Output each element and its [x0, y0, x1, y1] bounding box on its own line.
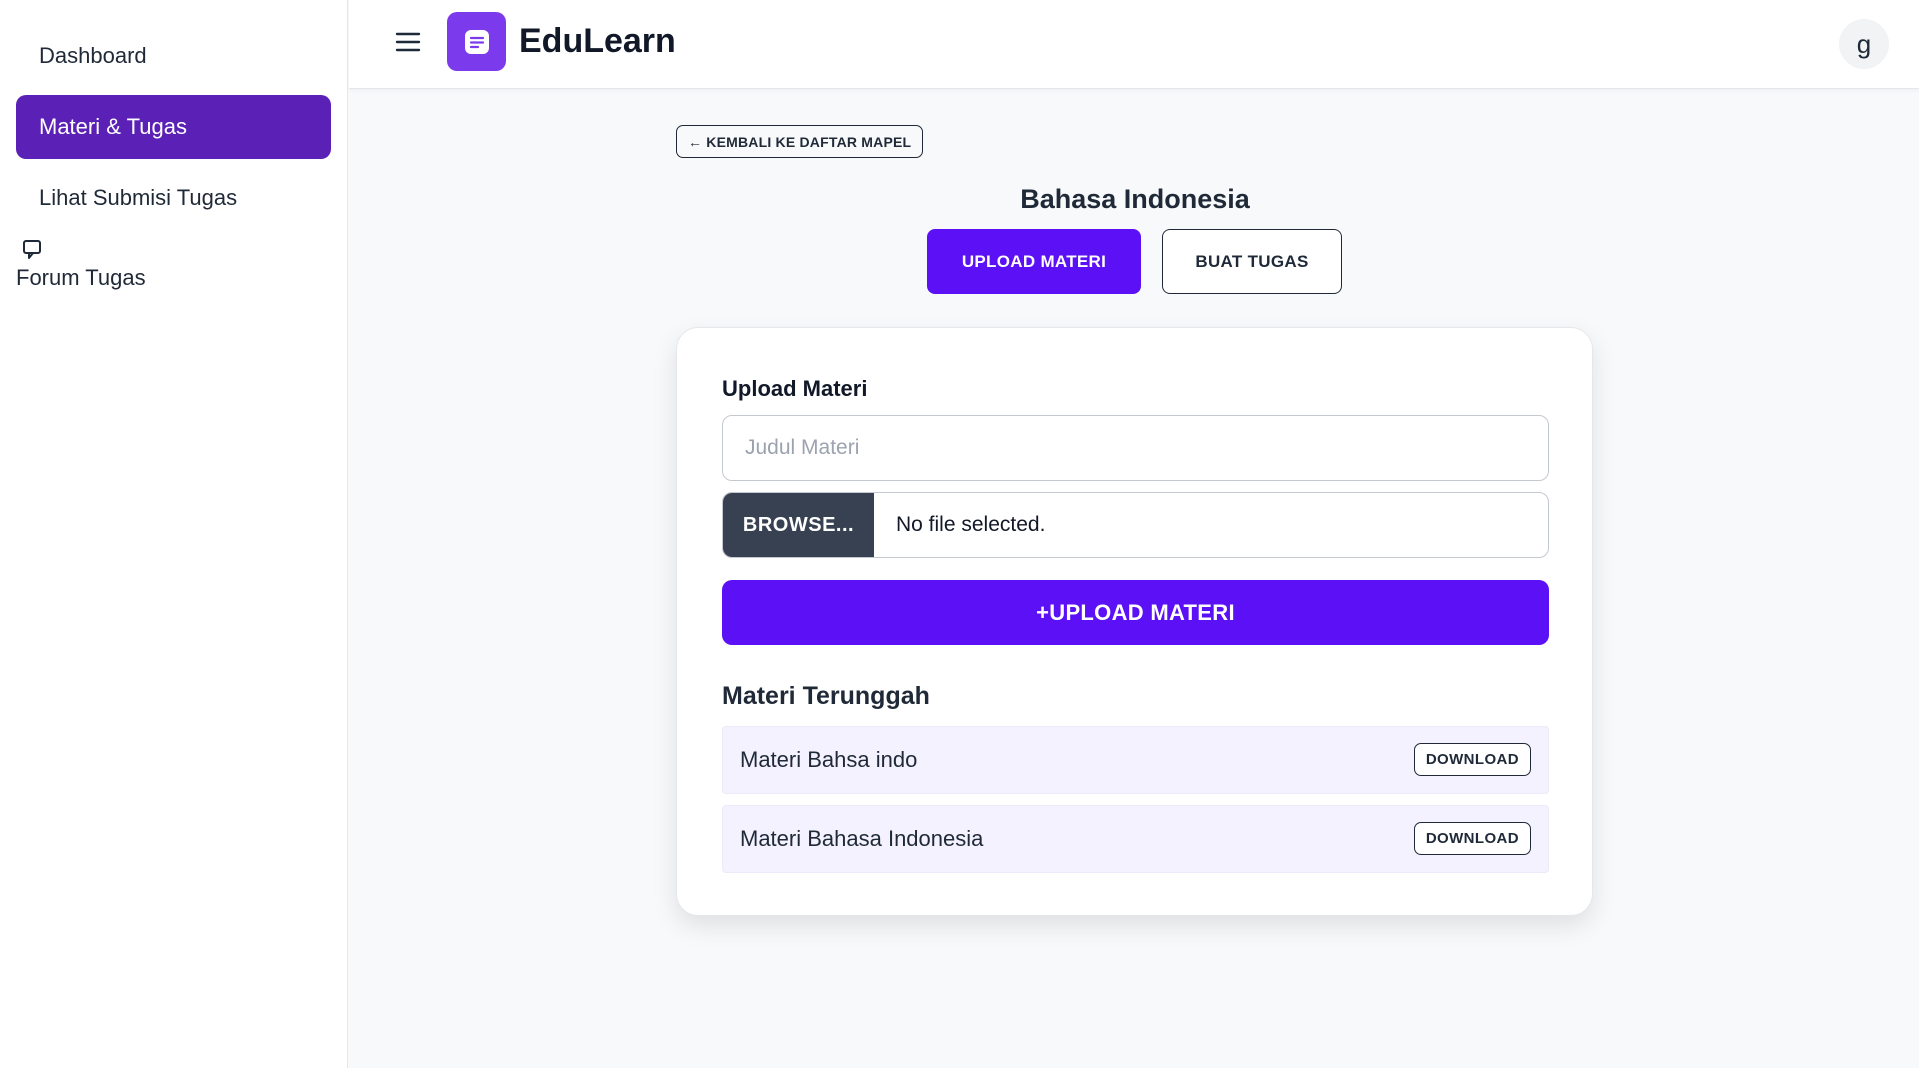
list-item: Materi Bahsa indo DOWNLOAD [722, 726, 1549, 794]
avatar[interactable]: g [1839, 19, 1889, 69]
tab-upload-materi[interactable]: UPLOAD MATERI [927, 229, 1141, 294]
sidebar-item-forum-label: Forum Tugas [16, 265, 146, 290]
upload-materi-button[interactable]: +UPLOAD MATERI [722, 580, 1549, 645]
hamburger-menu-icon[interactable] [394, 28, 422, 56]
list-item-name: Materi Bahsa indo [740, 747, 918, 772]
judul-materi-input[interactable] [722, 415, 1549, 481]
download-button[interactable]: DOWNLOAD [1413, 822, 1531, 855]
back-to-subjects-button[interactable]: ← KEMBALI KE DAFTAR MAPEL [676, 125, 924, 158]
uploaded-list: Materi Bahsa indo DOWNLOAD Materi Bahasa… [722, 726, 1549, 884]
file-input[interactable]: BROWSE... No file selected. [722, 492, 1549, 558]
sidebar-item-dashboard[interactable]: Dashboard [16, 24, 331, 88]
chat-bubble-icon [23, 240, 41, 259]
document-icon [464, 29, 489, 54]
page-title: Bahasa Indonesia [1020, 184, 1250, 214]
download-button[interactable]: DOWNLOAD [1413, 743, 1531, 776]
form-title: Upload Materi [722, 376, 868, 401]
logo[interactable] [447, 12, 506, 71]
list-item: Materi Bahasa Indonesia DOWNLOAD [722, 805, 1549, 873]
sidebar-item-forum[interactable]: Forum Tugas [16, 237, 331, 291]
list-item-name: Materi Bahasa Indonesia [740, 826, 984, 851]
file-status-text: No file selected. [896, 513, 1046, 536]
brand-name: EduLearn [519, 22, 676, 60]
sidebar-item-materi-tugas[interactable]: Materi & Tugas [16, 95, 331, 159]
browse-button[interactable]: BROWSE... [723, 493, 874, 557]
uploaded-list-title: Materi Terunggah [722, 682, 930, 710]
sidebar: Dashboard Materi & Tugas Lihat Submisi T… [0, 0, 348, 1068]
upload-card: Upload Materi BROWSE... No file selected… [676, 327, 1593, 916]
top-bar: EduLearn g [349, 0, 1919, 89]
tab-buat-tugas[interactable]: BUAT TUGAS [1162, 229, 1342, 294]
